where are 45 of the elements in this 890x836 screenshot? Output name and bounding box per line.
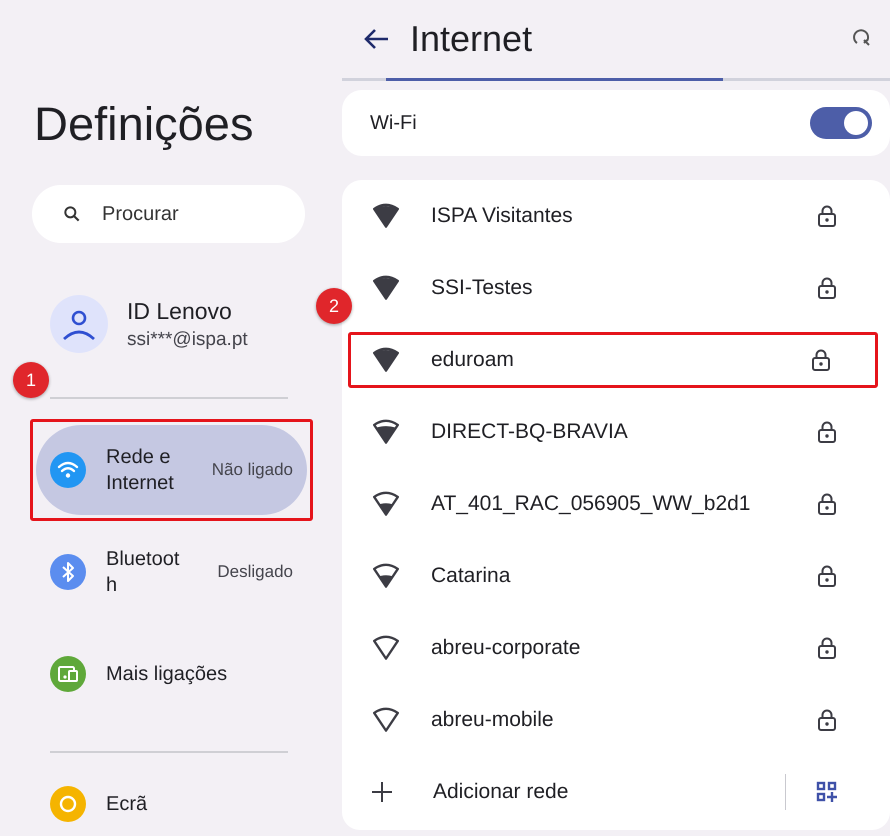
network-name: Catarina xyxy=(431,564,510,588)
devices-icon xyxy=(50,656,86,692)
nav-item[interactable]: Rede e Internet Não ligado xyxy=(36,425,307,515)
wifi-toggle[interactable] xyxy=(810,107,872,139)
network-name: DIRECT-BQ-BRAVIA xyxy=(431,420,628,444)
network-name: abreu-corporate xyxy=(431,636,580,660)
nav-label: Mais ligações xyxy=(106,662,228,687)
nav-status: Desligado xyxy=(217,562,293,582)
network-row[interactable]: ISPA Visitantes xyxy=(348,180,884,252)
nav-label: Rede e Internet xyxy=(106,445,175,496)
add-network-button[interactable]: Adicionar rede xyxy=(371,780,568,804)
nav-label: Bluetooth xyxy=(106,547,180,598)
search-input[interactable]: Procurar xyxy=(100,202,284,226)
step-badge: 2 xyxy=(316,288,352,324)
nav-status: Não ligado xyxy=(212,460,293,480)
network-row[interactable]: AT_401_RAC_056905_WW_b2d1 xyxy=(348,468,884,540)
wifi-icon xyxy=(50,452,86,488)
network-row[interactable]: abreu-mobile xyxy=(348,684,884,756)
nav-item[interactable]: Bluetooth Desligado xyxy=(36,527,307,617)
wifi-label: Wi-Fi xyxy=(370,112,417,134)
avatar-icon[interactable] xyxy=(50,295,108,353)
nav-item[interactable]: Mais ligações xyxy=(36,629,307,719)
nav-item[interactable]: Ecrã xyxy=(36,759,307,836)
nav-label: Ecrã xyxy=(106,792,148,817)
network-row[interactable]: DIRECT-BQ-BRAVIA xyxy=(348,396,884,468)
page-title: Internet xyxy=(410,18,532,60)
bluetooth-icon xyxy=(50,554,86,590)
step-badge: 1 xyxy=(13,362,49,398)
account-name[interactable]: ID Lenovo xyxy=(127,298,248,324)
network-name: SSI-Testes xyxy=(431,276,533,300)
search-field[interactable]: Procurar xyxy=(32,185,305,243)
account-email: ssi***@ispa.pt xyxy=(127,328,248,350)
network-name: AT_401_RAC_056905_WW_b2d1 xyxy=(431,492,750,516)
brightness-icon xyxy=(50,786,86,822)
network-name: abreu-mobile xyxy=(431,708,554,732)
network-row[interactable]: eduroam xyxy=(348,332,878,388)
network-row[interactable]: abreu-corporate xyxy=(348,612,884,684)
search-icon xyxy=(62,204,82,224)
back-icon[interactable] xyxy=(362,27,390,51)
plus-icon xyxy=(371,781,393,803)
settings-title: Definições xyxy=(34,96,254,152)
network-name: eduroam xyxy=(431,348,514,372)
network-name: ISPA Visitantes xyxy=(431,204,573,228)
qr-code-icon[interactable] xyxy=(816,781,838,803)
network-row[interactable]: Catarina xyxy=(348,540,884,612)
